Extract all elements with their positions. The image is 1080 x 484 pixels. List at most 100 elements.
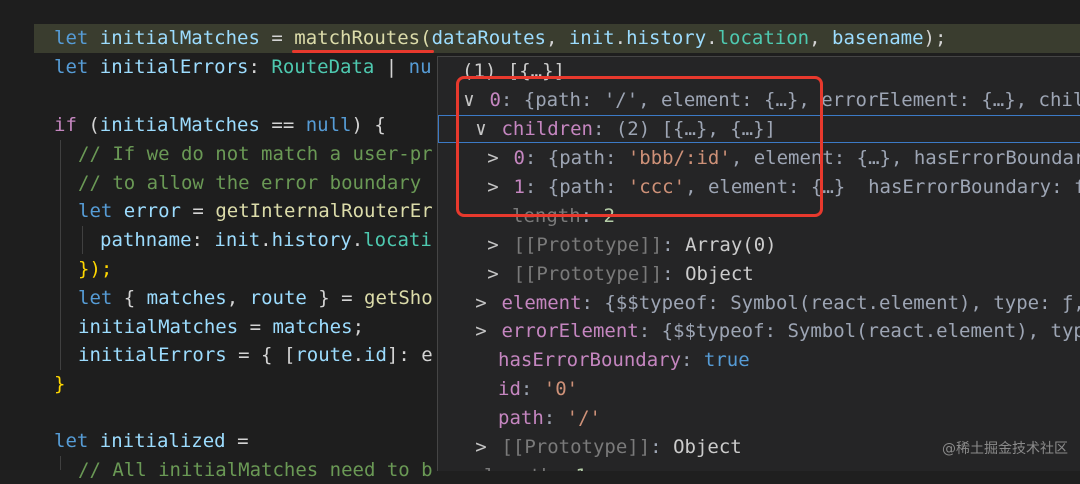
keyword: let [78,200,113,222]
colon: : [650,436,674,458]
variable: matches [272,316,353,338]
red-highlight-box-annotation [456,76,823,217]
node-key: [[Prototype]] [513,263,663,285]
keyword: let [54,430,89,452]
operator: = [259,27,295,49]
code-line-2[interactable]: let initialErrors: RouteData | nu [54,53,432,81]
comma: , [809,27,832,49]
property: location [717,27,810,49]
string-value: '/' [566,407,601,429]
chevron-right-icon[interactable]: > [472,433,490,461]
chevron-right-icon[interactable]: > [484,231,502,259]
keyword: let [54,56,89,78]
code-comment[interactable]: // All initialMatches need to b [78,456,433,484]
code-line-12[interactable]: initialMatches = matches; [78,313,364,341]
dot: . [706,27,718,49]
null-literal: null [305,114,352,136]
code-line-11[interactable]: let { matches, route } = getSho [78,284,433,312]
code-line-13[interactable]: initialErrors = { [route.id]: e [78,341,433,369]
variable: initialMatches [99,27,260,49]
chevron-right-icon[interactable]: > [472,317,490,345]
colon: : [681,349,704,371]
code-line-8[interactable]: let error = getInternalRouterEr [78,197,433,225]
argument: dataRoutes [431,27,546,49]
variable: initialized [99,430,226,452]
variable: route [249,287,307,309]
tree-node-hasErrorBoundary: hasErrorBoundary: true [498,346,750,374]
keyword: let [54,27,89,49]
brace: { [112,287,147,309]
property: pathname [100,229,192,251]
property: locati [363,229,432,251]
argument: basename [832,27,924,49]
semicolon: ; [352,316,365,338]
code-comment[interactable]: // If we do not match a user-pr [78,140,433,168]
tree-node-errorElement[interactable]: > errorElement: {$$typeof: Symbol(react.… [472,317,1080,345]
code-line-16[interactable]: let initialized = [54,427,249,455]
bracket-close: ]: e [386,344,433,366]
tree-node-prototype-object[interactable]: > [[Prototype]]: Object [484,260,754,288]
colon: : [662,234,686,256]
dot: . [260,229,272,251]
node-value: Object [673,436,742,458]
node-value: : {$$typeof: Symbol(react.element), type… [638,320,1080,342]
dot: . [352,344,365,366]
keyword: let [78,287,113,309]
variable: init [214,229,261,251]
argument: init [568,27,615,49]
code-line-4[interactable]: if (initialMatches == null) { [54,111,386,139]
operator: | [374,56,409,78]
operator: = [238,316,273,338]
keyword: nu [408,56,432,78]
indent-guide [82,226,83,254]
code-line-14[interactable]: } [54,370,65,398]
type-name: RouteData [271,56,375,78]
tree-node-prototype-array[interactable]: > [[Prototype]]: Array(0) [484,231,776,259]
code-line-10[interactable]: }); [78,255,112,283]
paren: ( [420,27,432,49]
property: history [271,229,352,251]
function-name: getInternalRouterEr [215,200,433,222]
node-key: errorElement [501,320,639,342]
variable: error [123,200,181,222]
paren: ( [76,114,100,136]
operator: = [180,200,216,222]
tree-node-prototype-object-root[interactable]: > [[Prototype]]: Object [472,433,742,461]
colon: : [662,263,686,285]
colon: : [543,407,567,429]
node-key: length [484,465,553,471]
node-key: path [498,407,544,429]
tree-node-element[interactable]: > element: {$$typeof: Symbol(react.eleme… [472,289,1080,317]
code-comment[interactable]: // to allow the error boundary [78,169,433,197]
node-value: : {$$typeof: Symbol(react.element), type… [581,292,1080,314]
comma: , [226,287,250,309]
keyword: if [54,114,77,136]
tree-node-id: id: '0' [498,375,578,403]
code-line-1[interactable]: let initialMatches = matchRoutes(dataRou… [54,24,946,52]
function-name[interactable]: matchRoutes [294,27,420,49]
variable: initialErrors [78,344,227,366]
code-line-9[interactable]: pathname: init.history.locati [100,226,432,254]
colon: : [520,378,544,400]
node-key: id [498,378,521,400]
comma: , [545,27,569,49]
dot: . [351,229,364,251]
chevron-right-icon[interactable]: > [484,260,502,288]
indent-guide [60,456,61,470]
paren-close: ); [923,27,947,49]
number-value: 1 [576,465,587,471]
property: history [626,27,707,49]
chevron-right-icon[interactable]: > [472,289,490,317]
operator: = { [ [226,344,296,366]
variable: matches [146,287,227,309]
variable: initialMatches [78,316,239,338]
colon: : [248,56,272,78]
node-key: hasErrorBoundary [498,349,682,371]
node-key: [[Prototype]] [513,234,663,256]
property: id [364,344,387,366]
node-value: Object [685,263,754,285]
colon: : [553,465,576,471]
node-key: [[Prototype]] [501,436,651,458]
variable: route [295,344,353,366]
colon: : [191,229,215,251]
